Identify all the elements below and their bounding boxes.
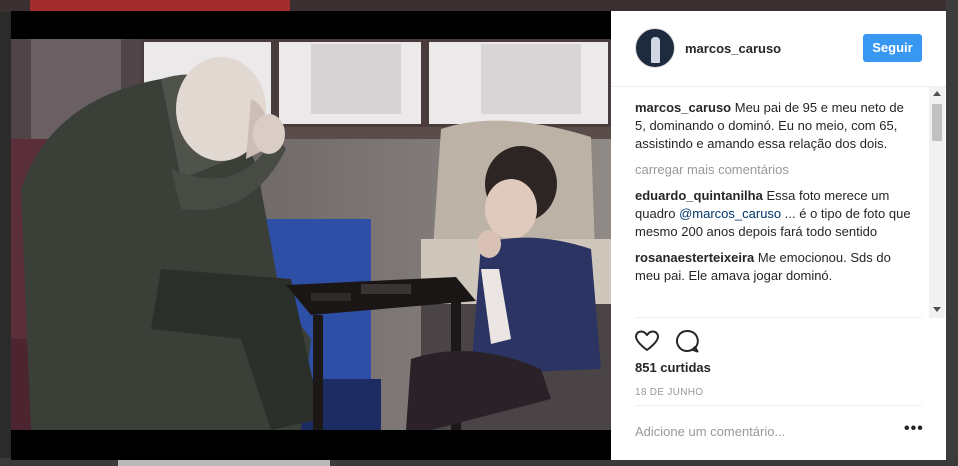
heart-icon — [635, 330, 659, 351]
post-details-panel: marcos_caruso Seguir marcos_caruso Meu p… — [611, 11, 946, 460]
likes-count[interactable]: 851 curtidas — [635, 360, 711, 375]
comments-list[interactable]: marcos_caruso Meu pai de 95 e meu neto d… — [635, 99, 915, 315]
post-date[interactable]: 18 DE JUNHO — [635, 387, 703, 398]
post-author-username[interactable]: marcos_caruso — [685, 41, 781, 56]
comment-bubble-icon — [676, 329, 699, 353]
scroll-down-arrow-icon[interactable] — [933, 307, 941, 312]
post-header: marcos_caruso Seguir — [611, 11, 946, 87]
list-item: eduardo_quintanilha Essa foto merece um … — [635, 187, 915, 241]
avatar[interactable] — [635, 28, 675, 68]
divider — [635, 405, 922, 406]
background-page-caption — [118, 460, 330, 466]
more-options-icon[interactable]: ••• — [904, 421, 924, 439]
scroll-up-arrow-icon[interactable] — [933, 91, 941, 96]
caption-comment: marcos_caruso Meu pai de 95 e meu neto d… — [635, 99, 915, 153]
list-item: rosanaesterteixeira Me emocionou. Sds do… — [635, 249, 915, 285]
load-more-comments-link[interactable]: carregar mais comentários — [635, 161, 915, 179]
comment-username[interactable]: eduardo_quintanilha — [635, 188, 763, 203]
background-page-right — [946, 0, 958, 466]
like-button[interactable] — [633, 327, 661, 355]
add-comment-input[interactable]: Adicione um comentário... — [635, 424, 785, 439]
post-photo[interactable] — [11, 39, 611, 430]
comment-button[interactable] — [673, 327, 701, 355]
post-photo-image — [11, 39, 611, 430]
avatar-figure — [651, 37, 660, 63]
caption-username[interactable]: marcos_caruso — [635, 100, 731, 115]
comments-scrollbar[interactable] — [929, 87, 945, 318]
comment-username[interactable]: rosanaesterteixeira — [635, 250, 754, 265]
comment-mention[interactable]: @marcos_caruso — [679, 206, 781, 221]
post-photo-pane[interactable] — [11, 11, 611, 460]
follow-button[interactable]: Seguir — [863, 34, 922, 62]
divider — [635, 317, 922, 318]
scrollbar-thumb[interactable] — [932, 104, 942, 141]
